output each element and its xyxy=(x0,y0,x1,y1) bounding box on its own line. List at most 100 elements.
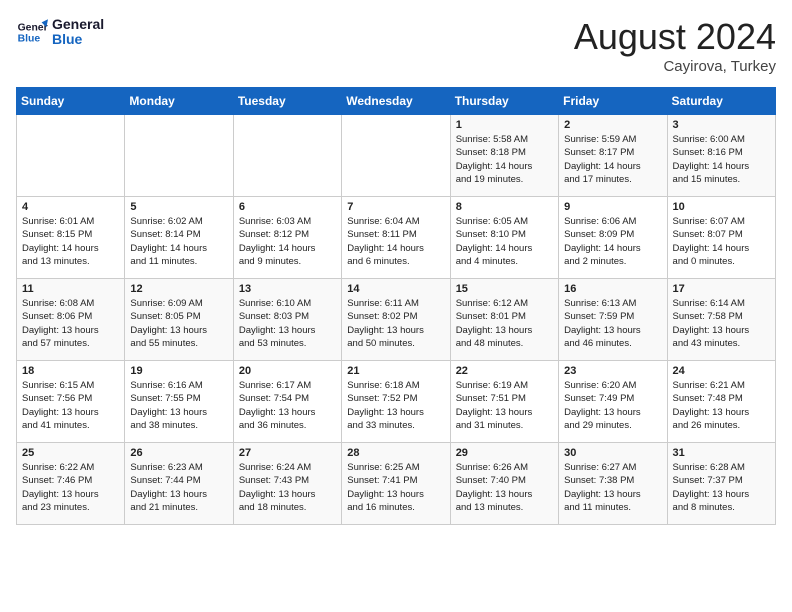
weekday-header-sunday: Sunday xyxy=(17,88,125,115)
day-cell: 1 Sunrise: 5:58 AM Sunset: 8:18 PM Daylig… xyxy=(450,115,558,197)
day-info: Sunrise: 6:03 AM Sunset: 8:12 PM Dayligh… xyxy=(239,215,336,268)
day-cell: 10Sunrise: 6:07 AM Sunset: 8:07 PM Dayli… xyxy=(667,197,775,279)
day-info: Sunrise: 6:27 AM Sunset: 7:38 PM Dayligh… xyxy=(564,461,661,514)
day-info: Sunrise: 5:59 AM Sunset: 8:17 PM Dayligh… xyxy=(564,133,661,186)
day-number: 23 xyxy=(564,365,661,377)
weekday-header-wednesday: Wednesday xyxy=(342,88,450,115)
day-cell: 7 Sunrise: 6:04 AM Sunset: 8:11 PM Daylig… xyxy=(342,197,450,279)
day-info: Sunrise: 6:28 AM Sunset: 7:37 PM Dayligh… xyxy=(673,461,770,514)
day-number: 18 xyxy=(22,365,119,377)
day-number: 21 xyxy=(347,365,444,377)
day-number: 27 xyxy=(239,447,336,459)
calendar-table: SundayMondayTuesdayWednesdayThursdayFrid… xyxy=(16,87,776,525)
day-number: 24 xyxy=(673,365,770,377)
day-cell: 31 Sunrise: 6:28 AM Sunset: 7:37 PM Dayli… xyxy=(667,443,775,525)
day-cell: 8 Sunrise: 6:05 AM Sunset: 8:10 PM Daylig… xyxy=(450,197,558,279)
day-cell: 23 Sunrise: 6:20 AM Sunset: 7:49 PM Dayli… xyxy=(559,361,667,443)
day-info: Sunrise: 6:09 AM Sunset: 8:05 PM Dayligh… xyxy=(130,297,227,350)
day-number: 14 xyxy=(347,283,444,295)
day-number: 20 xyxy=(239,365,336,377)
day-cell: 5 Sunrise: 6:02 AM Sunset: 8:14 PM Daylig… xyxy=(125,197,233,279)
week-row-1: 1 Sunrise: 5:58 AM Sunset: 8:18 PM Daylig… xyxy=(17,115,776,197)
logo-icon: General Blue xyxy=(16,16,48,48)
week-row-2: 4 Sunrise: 6:01 AM Sunset: 8:15 PM Daylig… xyxy=(17,197,776,279)
day-cell: 14 Sunrise: 6:11 AM Sunset: 8:02 PM Dayli… xyxy=(342,279,450,361)
day-info: Sunrise: 6:04 AM Sunset: 8:11 PM Dayligh… xyxy=(347,215,444,268)
day-number: 30 xyxy=(564,447,661,459)
day-cell: 15 Sunrise: 6:12 AM Sunset: 8:01 PM Dayli… xyxy=(450,279,558,361)
day-info: Sunrise: 6:23 AM Sunset: 7:44 PM Dayligh… xyxy=(130,461,227,514)
day-info: Sunrise: 6:11 AM Sunset: 8:02 PM Dayligh… xyxy=(347,297,444,350)
logo-line2: Blue xyxy=(52,32,104,47)
day-info: Sunrise: 6:13 AM Sunset: 7:59 PM Dayligh… xyxy=(564,297,661,350)
day-number: 5 xyxy=(130,201,227,213)
day-cell: 18 Sunrise: 6:15 AM Sunset: 7:56 PM Dayli… xyxy=(17,361,125,443)
day-number: 6 xyxy=(239,201,336,213)
day-info: Sunrise: 6:15 AM Sunset: 7:56 PM Dayligh… xyxy=(22,379,119,432)
logo-line1: General xyxy=(52,17,104,32)
day-info: Sunrise: 6:05 AM Sunset: 8:10 PM Dayligh… xyxy=(456,215,553,268)
day-info: Sunrise: 6:08 AM Sunset: 8:06 PM Dayligh… xyxy=(22,297,119,350)
day-cell xyxy=(17,115,125,197)
week-row-5: 25 Sunrise: 6:22 AM Sunset: 7:46 PM Dayli… xyxy=(17,443,776,525)
day-cell: 27Sunrise: 6:24 AM Sunset: 7:43 PM Dayli… xyxy=(233,443,341,525)
day-info: Sunrise: 6:10 AM Sunset: 8:03 PM Dayligh… xyxy=(239,297,336,350)
weekday-header-tuesday: Tuesday xyxy=(233,88,341,115)
day-cell: 11Sunrise: 6:08 AM Sunset: 8:06 PM Dayli… xyxy=(17,279,125,361)
day-number: 15 xyxy=(456,283,553,295)
day-cell: 25 Sunrise: 6:22 AM Sunset: 7:46 PM Dayli… xyxy=(17,443,125,525)
calendar-title: August 2024 xyxy=(574,16,776,58)
day-cell xyxy=(233,115,341,197)
day-number: 4 xyxy=(22,201,119,213)
day-number: 31 xyxy=(673,447,770,459)
day-cell: 29Sunrise: 6:26 AM Sunset: 7:40 PM Dayli… xyxy=(450,443,558,525)
day-info: Sunrise: 6:12 AM Sunset: 8:01 PM Dayligh… xyxy=(456,297,553,350)
day-info: Sunrise: 5:58 AM Sunset: 8:18 PM Dayligh… xyxy=(456,133,553,186)
svg-text:Blue: Blue xyxy=(18,34,41,45)
weekday-header-friday: Friday xyxy=(559,88,667,115)
day-cell: 20 Sunrise: 6:17 AM Sunset: 7:54 PM Dayli… xyxy=(233,361,341,443)
day-info: Sunrise: 6:22 AM Sunset: 7:46 PM Dayligh… xyxy=(22,461,119,514)
day-cell: 12Sunrise: 6:09 AM Sunset: 8:05 PM Dayli… xyxy=(125,279,233,361)
day-cell xyxy=(125,115,233,197)
day-info: Sunrise: 6:02 AM Sunset: 8:14 PM Dayligh… xyxy=(130,215,227,268)
day-info: Sunrise: 6:20 AM Sunset: 7:49 PM Dayligh… xyxy=(564,379,661,432)
day-cell: 30 Sunrise: 6:27 AM Sunset: 7:38 PM Dayli… xyxy=(559,443,667,525)
week-row-3: 11Sunrise: 6:08 AM Sunset: 8:06 PM Dayli… xyxy=(17,279,776,361)
day-number: 22 xyxy=(456,365,553,377)
day-cell: 28Sunrise: 6:25 AM Sunset: 7:41 PM Dayli… xyxy=(342,443,450,525)
day-cell: 16 Sunrise: 6:13 AM Sunset: 7:59 PM Dayli… xyxy=(559,279,667,361)
day-cell: 13Sunrise: 6:10 AM Sunset: 8:03 PM Dayli… xyxy=(233,279,341,361)
day-number: 26 xyxy=(130,447,227,459)
weekday-header-saturday: Saturday xyxy=(667,88,775,115)
day-number: 17 xyxy=(673,283,770,295)
day-info: Sunrise: 6:16 AM Sunset: 7:55 PM Dayligh… xyxy=(130,379,227,432)
day-number: 16 xyxy=(564,283,661,295)
day-number: 25 xyxy=(22,447,119,459)
day-cell: 26 Sunrise: 6:23 AM Sunset: 7:44 PM Dayli… xyxy=(125,443,233,525)
weekday-header-monday: Monday xyxy=(125,88,233,115)
day-cell: 19 Sunrise: 6:16 AM Sunset: 7:55 PM Dayli… xyxy=(125,361,233,443)
calendar-subtitle: Cayirova, Turkey xyxy=(574,58,776,75)
day-info: Sunrise: 6:18 AM Sunset: 7:52 PM Dayligh… xyxy=(347,379,444,432)
title-block: August 2024 Cayirova, Turkey xyxy=(574,16,776,75)
day-number: 19 xyxy=(130,365,227,377)
day-cell: 22 Sunrise: 6:19 AM Sunset: 7:51 PM Dayli… xyxy=(450,361,558,443)
day-cell: 2Sunrise: 5:59 AM Sunset: 8:17 PM Daylig… xyxy=(559,115,667,197)
logo: General Blue General Blue xyxy=(16,16,104,48)
day-number: 7 xyxy=(347,201,444,213)
day-info: Sunrise: 6:17 AM Sunset: 7:54 PM Dayligh… xyxy=(239,379,336,432)
day-number: 29 xyxy=(456,447,553,459)
day-cell: 3 Sunrise: 6:00 AM Sunset: 8:16 PM Daylig… xyxy=(667,115,775,197)
day-cell: 21 Sunrise: 6:18 AM Sunset: 7:52 PM Dayli… xyxy=(342,361,450,443)
page-header: General Blue General Blue August 2024 Ca… xyxy=(16,16,776,75)
day-number: 8 xyxy=(456,201,553,213)
day-info: Sunrise: 6:01 AM Sunset: 8:15 PM Dayligh… xyxy=(22,215,119,268)
day-number: 3 xyxy=(673,119,770,131)
day-info: Sunrise: 6:00 AM Sunset: 8:16 PM Dayligh… xyxy=(673,133,770,186)
day-info: Sunrise: 6:19 AM Sunset: 7:51 PM Dayligh… xyxy=(456,379,553,432)
weekday-header-thursday: Thursday xyxy=(450,88,558,115)
day-number: 1 xyxy=(456,119,553,131)
day-info: Sunrise: 6:14 AM Sunset: 7:58 PM Dayligh… xyxy=(673,297,770,350)
day-number: 28 xyxy=(347,447,444,459)
